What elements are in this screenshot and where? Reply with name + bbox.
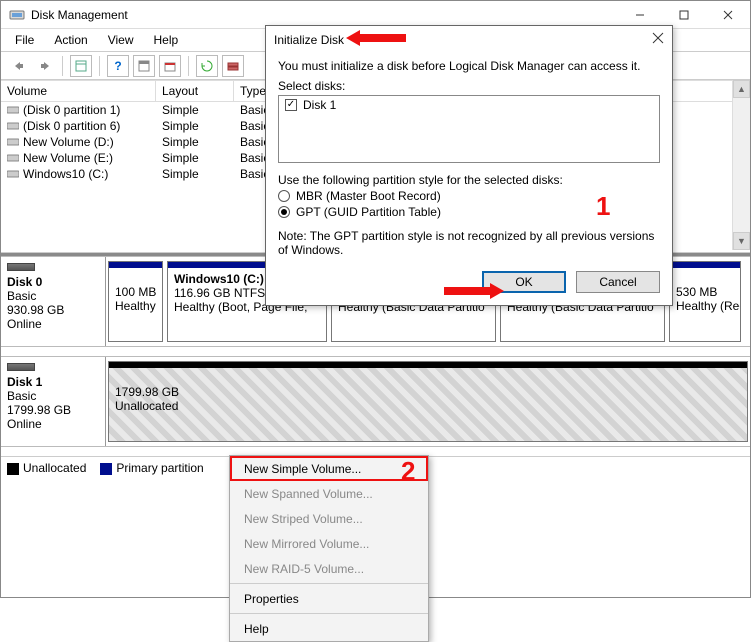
toolbar-separator bbox=[62, 56, 63, 76]
ctx-new-raid5-volume: New RAID-5 Volume... bbox=[230, 556, 428, 581]
menu-view[interactable]: View bbox=[100, 31, 142, 49]
dialog-title: Initialize Disk bbox=[274, 33, 652, 47]
scroll-up-icon[interactable]: ▲ bbox=[733, 80, 750, 98]
ctx-new-mirrored-volume: New Mirrored Volume... bbox=[230, 531, 428, 556]
disk1-row: Disk 1 Basic 1799.98 GB Online 1799.98 G… bbox=[1, 356, 750, 446]
help-icon[interactable]: ? bbox=[107, 55, 129, 77]
volume-icon bbox=[7, 136, 19, 148]
disk-checkbox-item[interactable]: Disk 1 bbox=[285, 98, 653, 112]
ctx-new-striped-volume: New Striped Volume... bbox=[230, 506, 428, 531]
legend-primary: Primary partition bbox=[100, 461, 203, 475]
col-volume[interactable]: Volume bbox=[1, 81, 156, 101]
legend-unallocated: Unallocated bbox=[7, 461, 86, 475]
radio-mbr[interactable]: MBR (Master Boot Record) bbox=[278, 189, 660, 203]
forward-button[interactable] bbox=[33, 55, 55, 77]
disk-icon bbox=[7, 263, 35, 271]
disk-icon bbox=[7, 363, 35, 371]
checkbox-icon[interactable] bbox=[285, 99, 297, 111]
partition[interactable]: 530 MBHealthy (Rec bbox=[669, 261, 741, 342]
menu-file[interactable]: File bbox=[7, 31, 42, 49]
ctx-new-simple-volume[interactable]: New Simple Volume... bbox=[230, 456, 428, 481]
partition[interactable]: 100 MBHealthy bbox=[108, 261, 163, 342]
toolbar-separator bbox=[99, 56, 100, 76]
back-button[interactable] bbox=[7, 55, 29, 77]
scroll-down-icon[interactable]: ▼ bbox=[733, 232, 750, 250]
menu-help[interactable]: Help bbox=[146, 31, 187, 49]
volume-icon bbox=[7, 152, 19, 164]
toolbar-separator bbox=[188, 56, 189, 76]
dialog-intro: You must initialize a disk before Logica… bbox=[278, 59, 660, 73]
disk1-info[interactable]: Disk 1 Basic 1799.98 GB Online bbox=[1, 357, 106, 446]
select-disks-label: Select disks: bbox=[278, 79, 660, 93]
menu-divider bbox=[230, 613, 428, 614]
cancel-button[interactable]: Cancel bbox=[576, 271, 660, 293]
unallocated-partition[interactable]: 1799.98 GBUnallocated bbox=[108, 361, 748, 442]
toolbar-btn-3[interactable] bbox=[133, 55, 155, 77]
menu-action[interactable]: Action bbox=[46, 31, 95, 49]
volume-icon bbox=[7, 168, 19, 180]
ctx-new-spanned-volume: New Spanned Volume... bbox=[230, 481, 428, 506]
ctx-help[interactable]: Help bbox=[230, 616, 428, 641]
partition-style-label: Use the following partition style for th… bbox=[278, 173, 660, 187]
scrollbar-vertical[interactable]: ▲ ▼ bbox=[732, 80, 750, 250]
toolbar-btn-1[interactable] bbox=[70, 55, 92, 77]
volume-icon bbox=[7, 120, 19, 132]
dialog-note: Note: The GPT partition style is not rec… bbox=[278, 229, 660, 257]
window-title: Disk Management bbox=[31, 8, 618, 22]
toolbar-btn-6[interactable] bbox=[222, 55, 244, 77]
col-type[interactable]: Type bbox=[234, 81, 268, 101]
toolbar-btn-4[interactable] bbox=[159, 55, 181, 77]
refresh-icon[interactable] bbox=[196, 55, 218, 77]
col-layout[interactable]: Layout bbox=[156, 81, 234, 101]
close-button[interactable] bbox=[706, 1, 750, 29]
dialog-titlebar: Initialize Disk bbox=[266, 26, 672, 53]
dialog-close-button[interactable] bbox=[652, 32, 664, 47]
radio-gpt[interactable]: GPT (GUID Partition Table) bbox=[278, 205, 660, 219]
ctx-properties[interactable]: Properties bbox=[230, 586, 428, 611]
initialize-disk-dialog: Initialize Disk You must initialize a di… bbox=[265, 25, 673, 306]
ok-button[interactable]: OK bbox=[482, 271, 566, 293]
app-icon bbox=[9, 7, 25, 23]
menu-divider bbox=[230, 583, 428, 584]
disk-select-list[interactable]: Disk 1 bbox=[278, 95, 660, 163]
context-menu: New Simple Volume... New Spanned Volume.… bbox=[229, 455, 429, 642]
radio-icon bbox=[278, 190, 290, 202]
volume-icon bbox=[7, 104, 19, 116]
radio-icon bbox=[278, 206, 290, 218]
disk0-info[interactable]: Disk 0 Basic 930.98 GB Online bbox=[1, 257, 106, 346]
